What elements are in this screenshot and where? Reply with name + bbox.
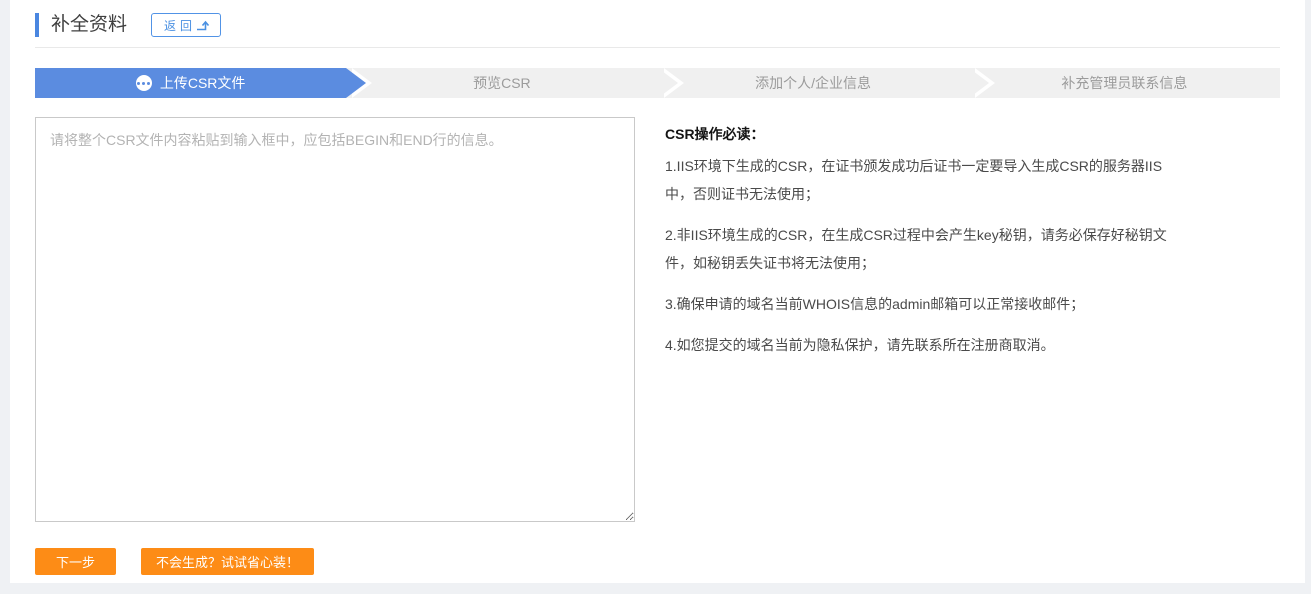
stepper-step-label: 上传CSR文件 — [160, 73, 246, 93]
instructions-panel: CSR操作必读： 1.IIS环境下生成的CSR，在证书颁发成功后证书一定要导入生… — [665, 117, 1170, 522]
stepper-step-preview-csr: 预览CSR — [346, 68, 657, 98]
action-bar: 下一步 不会生成？试试省心装！ — [35, 548, 1280, 575]
instruction-item: 1.IIS环境下生成的CSR，在证书颁发成功后证书一定要导入生成CSR的服务器I… — [665, 152, 1170, 208]
csr-input[interactable] — [35, 117, 635, 522]
return-arrow-icon — [196, 19, 211, 31]
ellipsis-circle-icon — [136, 75, 152, 91]
back-button-label: 返回 — [164, 17, 196, 34]
instructions-heading: CSR操作必读： — [665, 124, 1170, 144]
stepper-step-upload-csr: 上传CSR文件 — [35, 68, 346, 98]
stepper-step-add-info: 添加个人/企业信息 — [658, 68, 969, 98]
stepper-step-label: 补充管理员联系信息 — [1061, 73, 1187, 93]
back-button[interactable]: 返回 — [151, 13, 221, 37]
complete-info-page: 补全资料 返回 上传CSR文件 预览CSR 添加个人/企业信息 补充管理员联系信… — [10, 0, 1305, 583]
main-content: CSR操作必读： 1.IIS环境下生成的CSR，在证书颁发成功后证书一定要导入生… — [35, 117, 1280, 522]
page-header: 补全资料 返回 — [35, 0, 1280, 37]
stepper-step-label: 预览CSR — [473, 73, 531, 93]
stepper-step-label: 添加个人/企业信息 — [755, 73, 871, 93]
wizard-stepper: 上传CSR文件 预览CSR 添加个人/企业信息 补充管理员联系信息 — [35, 68, 1280, 98]
header-divider — [35, 47, 1280, 48]
helper-install-button[interactable]: 不会生成？试试省心装！ — [141, 548, 314, 575]
page-title: 补全资料 — [35, 13, 127, 37]
stepper-step-admin-contact: 补充管理员联系信息 — [969, 68, 1280, 98]
instruction-item: 3.确保申请的域名当前WHOIS信息的admin邮箱可以正常接收邮件； — [665, 290, 1170, 318]
next-step-button[interactable]: 下一步 — [35, 548, 116, 575]
instruction-item: 4.如您提交的域名当前为隐私保护，请先联系所在注册商取消。 — [665, 331, 1170, 359]
instruction-item: 2.非IIS环境生成的CSR，在生成CSR过程中会产生key秘钥，请务必保存好秘… — [665, 221, 1170, 277]
